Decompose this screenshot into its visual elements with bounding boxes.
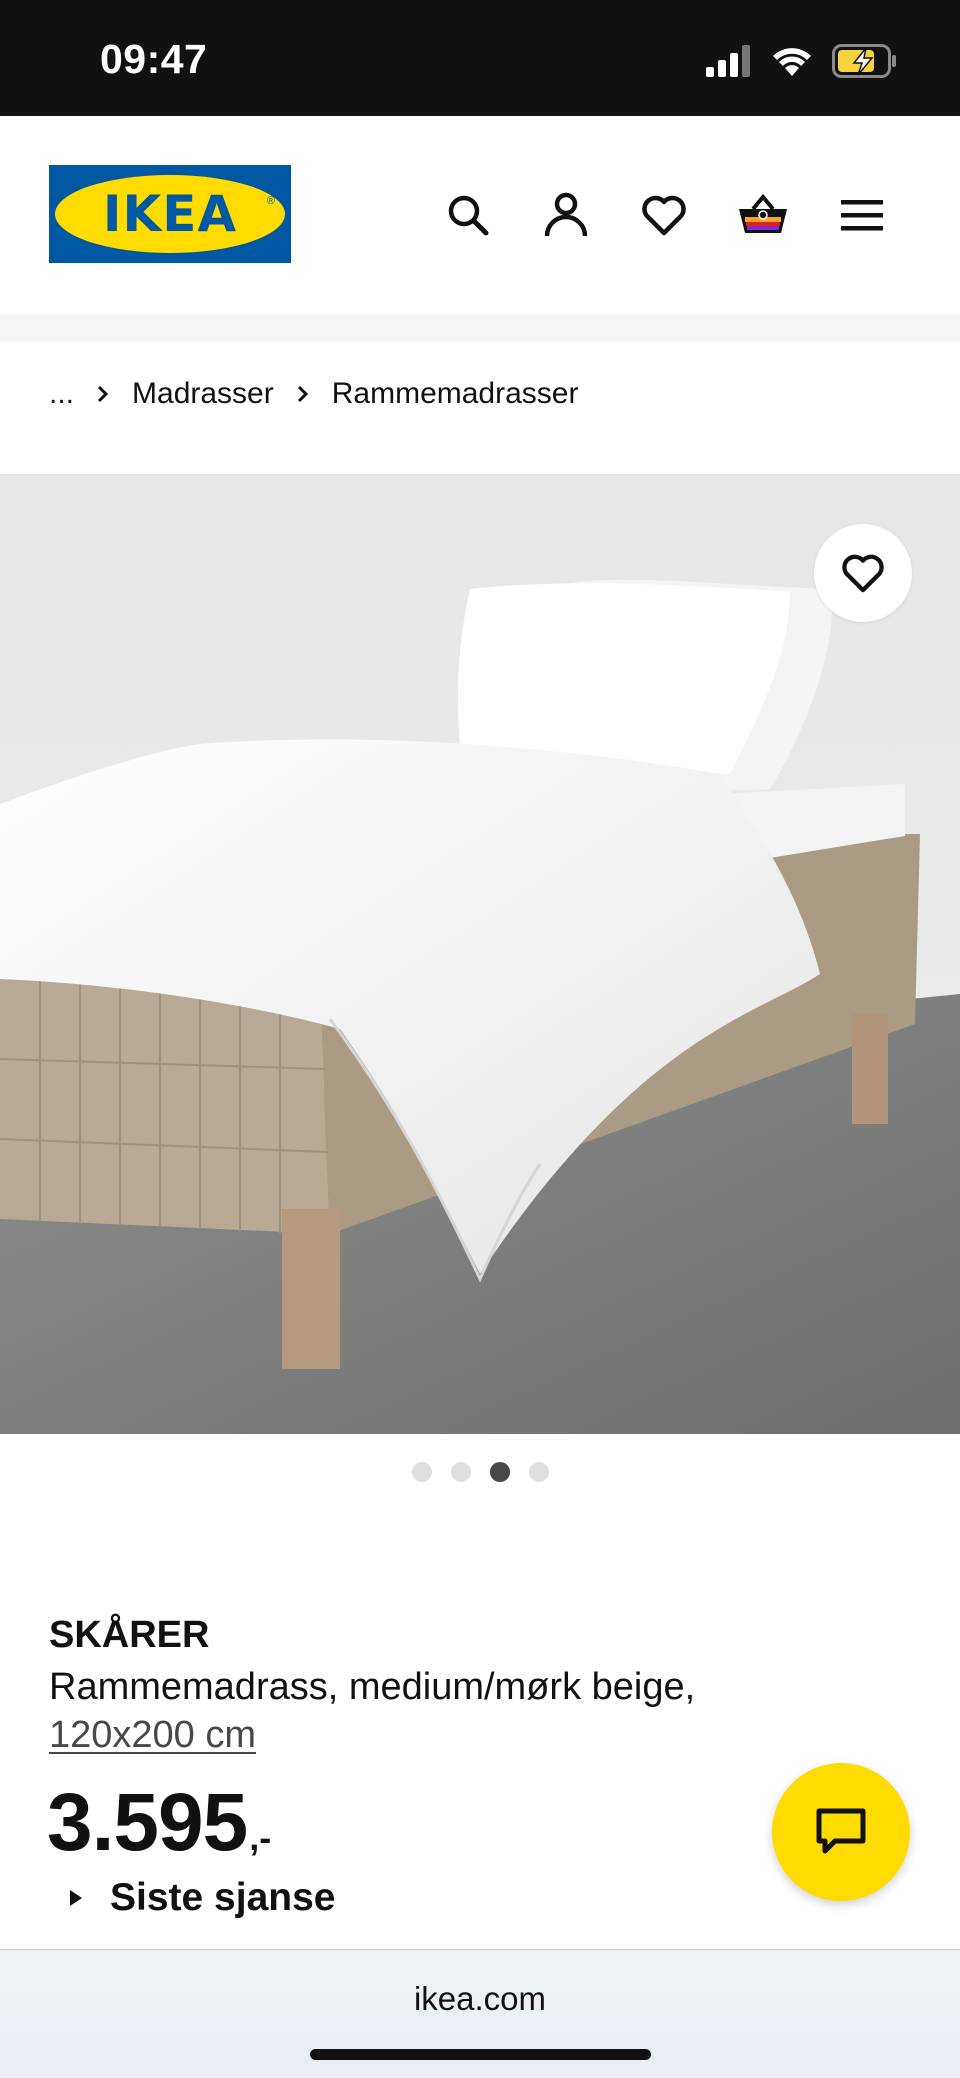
carousel-dot-2[interactable] <box>450 1462 471 1482</box>
chevron-right-icon <box>296 384 310 404</box>
product-size-link[interactable]: 120x200 cm <box>49 1714 256 1757</box>
breadcrumb: ... Madrasser Rammemadrasser <box>49 374 578 414</box>
carousel-dots <box>0 1462 960 1482</box>
wifi-icon <box>770 45 814 82</box>
account-icon[interactable] <box>538 187 594 243</box>
product-image[interactable] <box>0 474 960 1434</box>
carousel-dot-3-active[interactable] <box>489 1462 510 1482</box>
price-main: 3.595 <box>47 1777 248 1868</box>
status-icons <box>706 44 898 83</box>
product-price: 3.595 ,- <box>47 1776 271 1870</box>
signal-icon <box>706 45 752 82</box>
status-bar: 09:47 <box>0 0 960 116</box>
heart-icon <box>842 554 884 593</box>
caret-right-icon <box>70 1890 82 1906</box>
status-time: 09:47 <box>100 36 208 82</box>
menu-icon[interactable] <box>834 187 890 243</box>
product-name: SKÅRER <box>49 1614 210 1656</box>
logo-text: IKEA <box>102 185 238 243</box>
bed-illustration <box>0 474 960 1434</box>
chat-button[interactable] <box>772 1763 910 1901</box>
cart-icon[interactable] <box>735 187 791 243</box>
logo-registered-mark: ® <box>266 195 275 207</box>
breadcrumb-item-rammemadrasser[interactable]: Rammemadrasser <box>332 377 579 411</box>
carousel-dot-1[interactable] <box>411 1462 432 1482</box>
section-divider <box>0 314 960 342</box>
browser-url-bar[interactable]: ikea.com <box>0 1949 960 2078</box>
add-to-favorites-button[interactable] <box>814 524 912 622</box>
url-text[interactable]: ikea.com <box>0 1980 960 2018</box>
chevron-right-icon <box>96 384 110 404</box>
product-description: Rammemadrass, medium/mørk beige, <box>49 1666 696 1708</box>
chat-icon <box>816 1808 866 1854</box>
last-chance-label: Siste sjanse <box>110 1876 336 1919</box>
last-chance-badge[interactable]: Siste sjanse <box>70 1876 335 1920</box>
price-suffix: ,- <box>249 1817 272 1858</box>
carousel-dot-4[interactable] <box>528 1462 549 1482</box>
search-icon[interactable] <box>440 187 496 243</box>
ikea-logo[interactable]: IKEA ® <box>49 165 291 263</box>
breadcrumb-item-madrasser[interactable]: Madrasser <box>132 377 274 411</box>
battery-charging-icon <box>832 44 898 83</box>
breadcrumb-ellipsis[interactable]: ... <box>49 377 74 411</box>
site-header: IKEA ® <box>0 116 960 314</box>
heart-icon[interactable] <box>636 187 692 243</box>
home-indicator <box>310 2049 651 2060</box>
